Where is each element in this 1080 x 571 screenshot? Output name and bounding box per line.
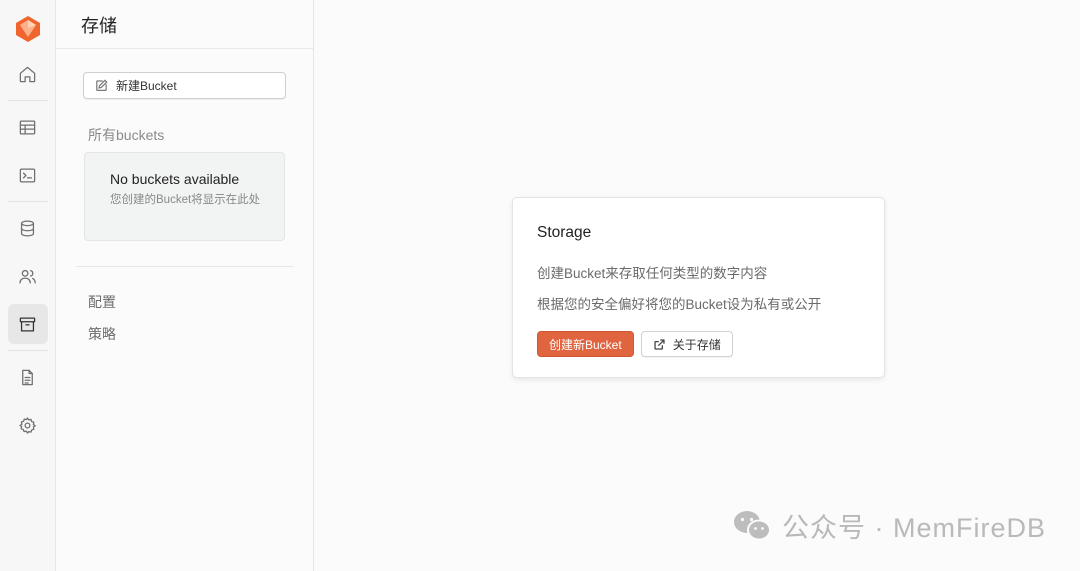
panel-title: 存储: [56, 0, 313, 49]
icon-rail: [0, 0, 56, 571]
empty-description: 您创建的Bucket将显示在此处: [110, 194, 261, 206]
config-link[interactable]: 配置: [88, 292, 116, 312]
database-icon[interactable]: [8, 208, 48, 248]
archive-icon[interactable]: [7, 304, 48, 344]
gear-icon[interactable]: [8, 405, 48, 445]
about-storage-button[interactable]: 关于存储: [640, 331, 733, 357]
card-actions: 创建新Bucket 关于存储: [537, 331, 884, 357]
card-title: Storage: [537, 224, 592, 241]
document-icon[interactable]: [8, 357, 48, 397]
card-description-1: 创建Bucket来存取任何类型的数字内容: [537, 266, 768, 281]
empty-buckets-box: No buckets available 您创建的Bucket将显示在此处: [84, 152, 285, 241]
new-bucket-button[interactable]: 新建Bucket: [83, 72, 286, 99]
wechat-icon: [734, 510, 771, 540]
panel-divider: [76, 266, 293, 267]
rail-divider: [7, 100, 48, 101]
storage-intro-card: Storage 创建Bucket来存取任何类型的数字内容 根据您的安全偏好将您的…: [512, 197, 885, 378]
table-icon[interactable]: [8, 107, 48, 147]
storage-panel: 存储 新建Bucket 所有buckets No buckets availab…: [56, 0, 314, 571]
home-icon[interactable]: [8, 54, 48, 94]
watermark-text: 公众号 · MemFireDB: [782, 513, 1046, 543]
rail-divider: [7, 350, 48, 351]
create-bucket-button[interactable]: 创建新Bucket: [537, 331, 634, 357]
watermark: 公众号 · MemFireDB: [732, 506, 1046, 545]
external-link-icon: [654, 338, 665, 350]
about-storage-label: 关于存储: [672, 337, 721, 352]
card-description-2: 根据您的安全偏好将您的Bucket设为私有或公开: [537, 297, 822, 312]
policy-link[interactable]: 策略: [88, 324, 116, 344]
app-logo[interactable]: [14, 14, 42, 44]
terminal-icon[interactable]: [8, 155, 48, 195]
all-buckets-heading: 所有buckets: [88, 127, 165, 143]
users-icon[interactable]: [8, 256, 48, 296]
empty-title: No buckets available: [110, 171, 240, 187]
new-bucket-label: 新建Bucket: [116, 79, 177, 93]
edit-icon: [96, 79, 108, 91]
rail-divider: [7, 201, 48, 202]
